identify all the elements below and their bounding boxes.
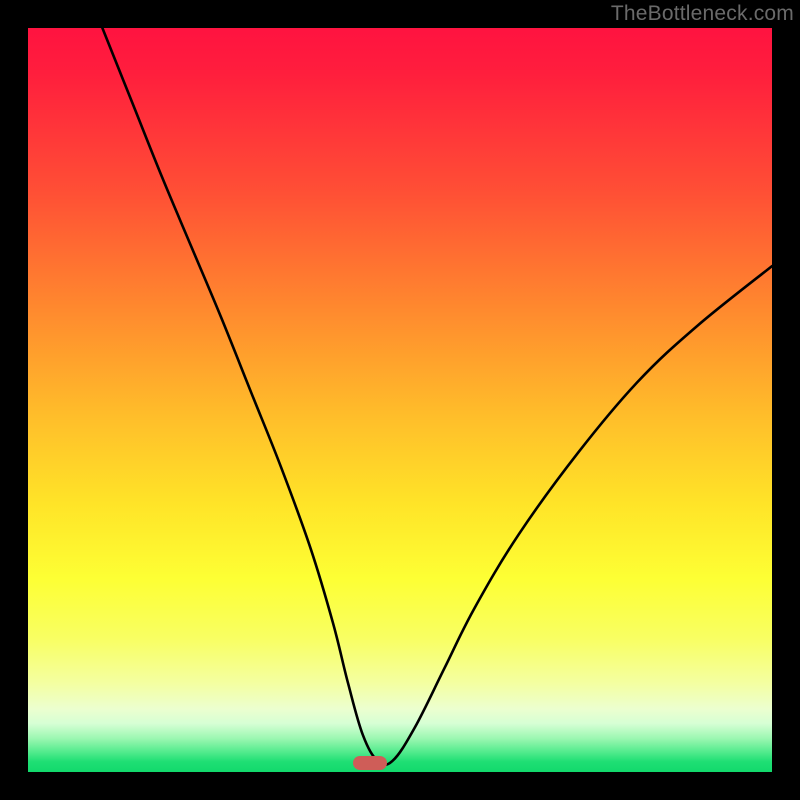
watermark-text: TheBottleneck.com <box>611 2 794 26</box>
optimum-marker <box>353 756 387 770</box>
plot-area <box>28 28 772 772</box>
chart-stage: TheBottleneck.com <box>0 0 800 800</box>
bottleneck-curve <box>28 28 772 772</box>
curve-path <box>102 28 772 765</box>
